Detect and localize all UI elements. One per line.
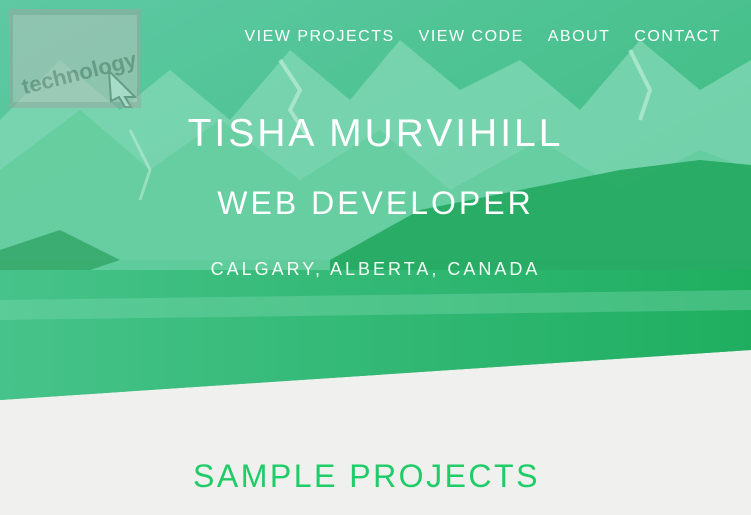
hero-role: WEB DEVELOPER <box>217 185 534 221</box>
technology-logo[interactable]: technology <box>9 9 141 108</box>
main-nav: VIEW PROJECTS VIEW CODE ABOUT CONTACT <box>244 28 721 46</box>
sample-projects-heading: SAMPLE PROJECTS <box>193 458 540 494</box>
hero-location: CALGARY, ALBERTA, CANADA <box>210 259 541 279</box>
nav-contact[interactable]: CONTACT <box>634 28 721 46</box>
hero-name: TISHA MURVIHILL <box>187 112 564 155</box>
nav-view-projects[interactable]: VIEW PROJECTS <box>244 28 394 46</box>
nav-about[interactable]: ABOUT <box>548 28 611 46</box>
hero-banner: technology VIEW PROJECTS VIEW CODE ABOUT… <box>0 0 751 400</box>
nav-view-code[interactable]: VIEW CODE <box>419 28 524 46</box>
